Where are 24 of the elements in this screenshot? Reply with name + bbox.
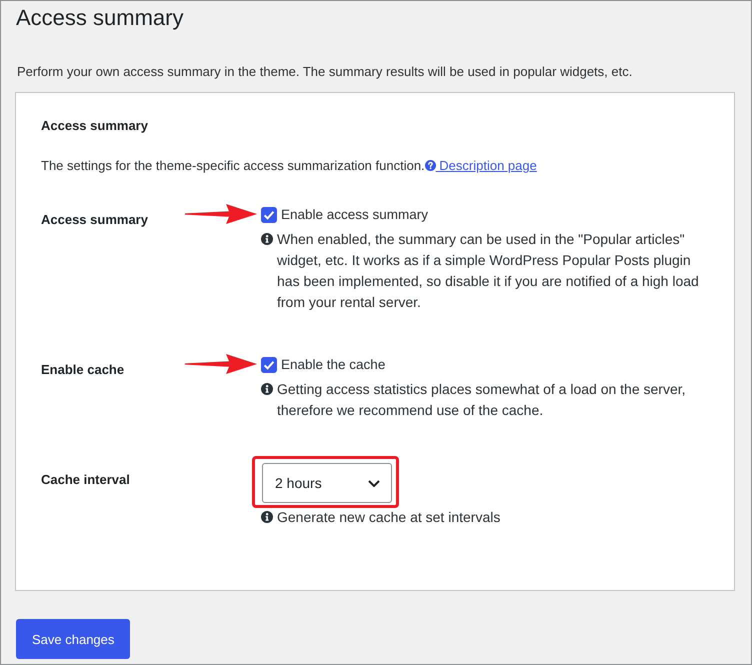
checkbox[interactable] [261, 357, 277, 373]
save-button[interactable]: Save changes [16, 619, 130, 659]
description-link[interactable]: Description page [424, 158, 537, 173]
setting-label: Enable cache [41, 362, 124, 377]
checkbox[interactable] [261, 207, 277, 223]
interval-select[interactable]: 2 hours [262, 463, 392, 503]
checkbox-label[interactable]: Enable access summary [281, 205, 428, 225]
page-title: Access summary [16, 4, 184, 32]
checkbox-label[interactable]: Enable the cache [281, 355, 386, 375]
section-title: Access summary [41, 117, 149, 135]
chevron-down-icon [368, 480, 380, 486]
checkmark-icon [264, 211, 274, 219]
info-icon [261, 233, 273, 245]
info-icon [261, 383, 273, 395]
checkmark-icon [264, 361, 274, 369]
help-text: Generate new cache at set intervals [277, 508, 500, 527]
help-text: Getting access statistics places somewhat of a load on the server, therefore we recommend use of the cache. [277, 380, 687, 420]
page-description: Perform your own access summary in the theme. The summary results will be used in popular widgets, etc. [17, 63, 634, 81]
setting-label: Access summary [41, 212, 148, 227]
help-text: When enabled, the summary can be used in the "Popular articles" widget, etc. It works as if a simple WordPress Popular Posts plugin has been implemented, so disable it if you are notified of a high load from your rental server. [277, 230, 700, 312]
setting-label: Cache interval [41, 472, 130, 487]
section-description: The settings for the theme-specific access summarization function. [41, 158, 425, 173]
info-icon [261, 511, 273, 523]
help-circle-icon [424, 160, 436, 171]
